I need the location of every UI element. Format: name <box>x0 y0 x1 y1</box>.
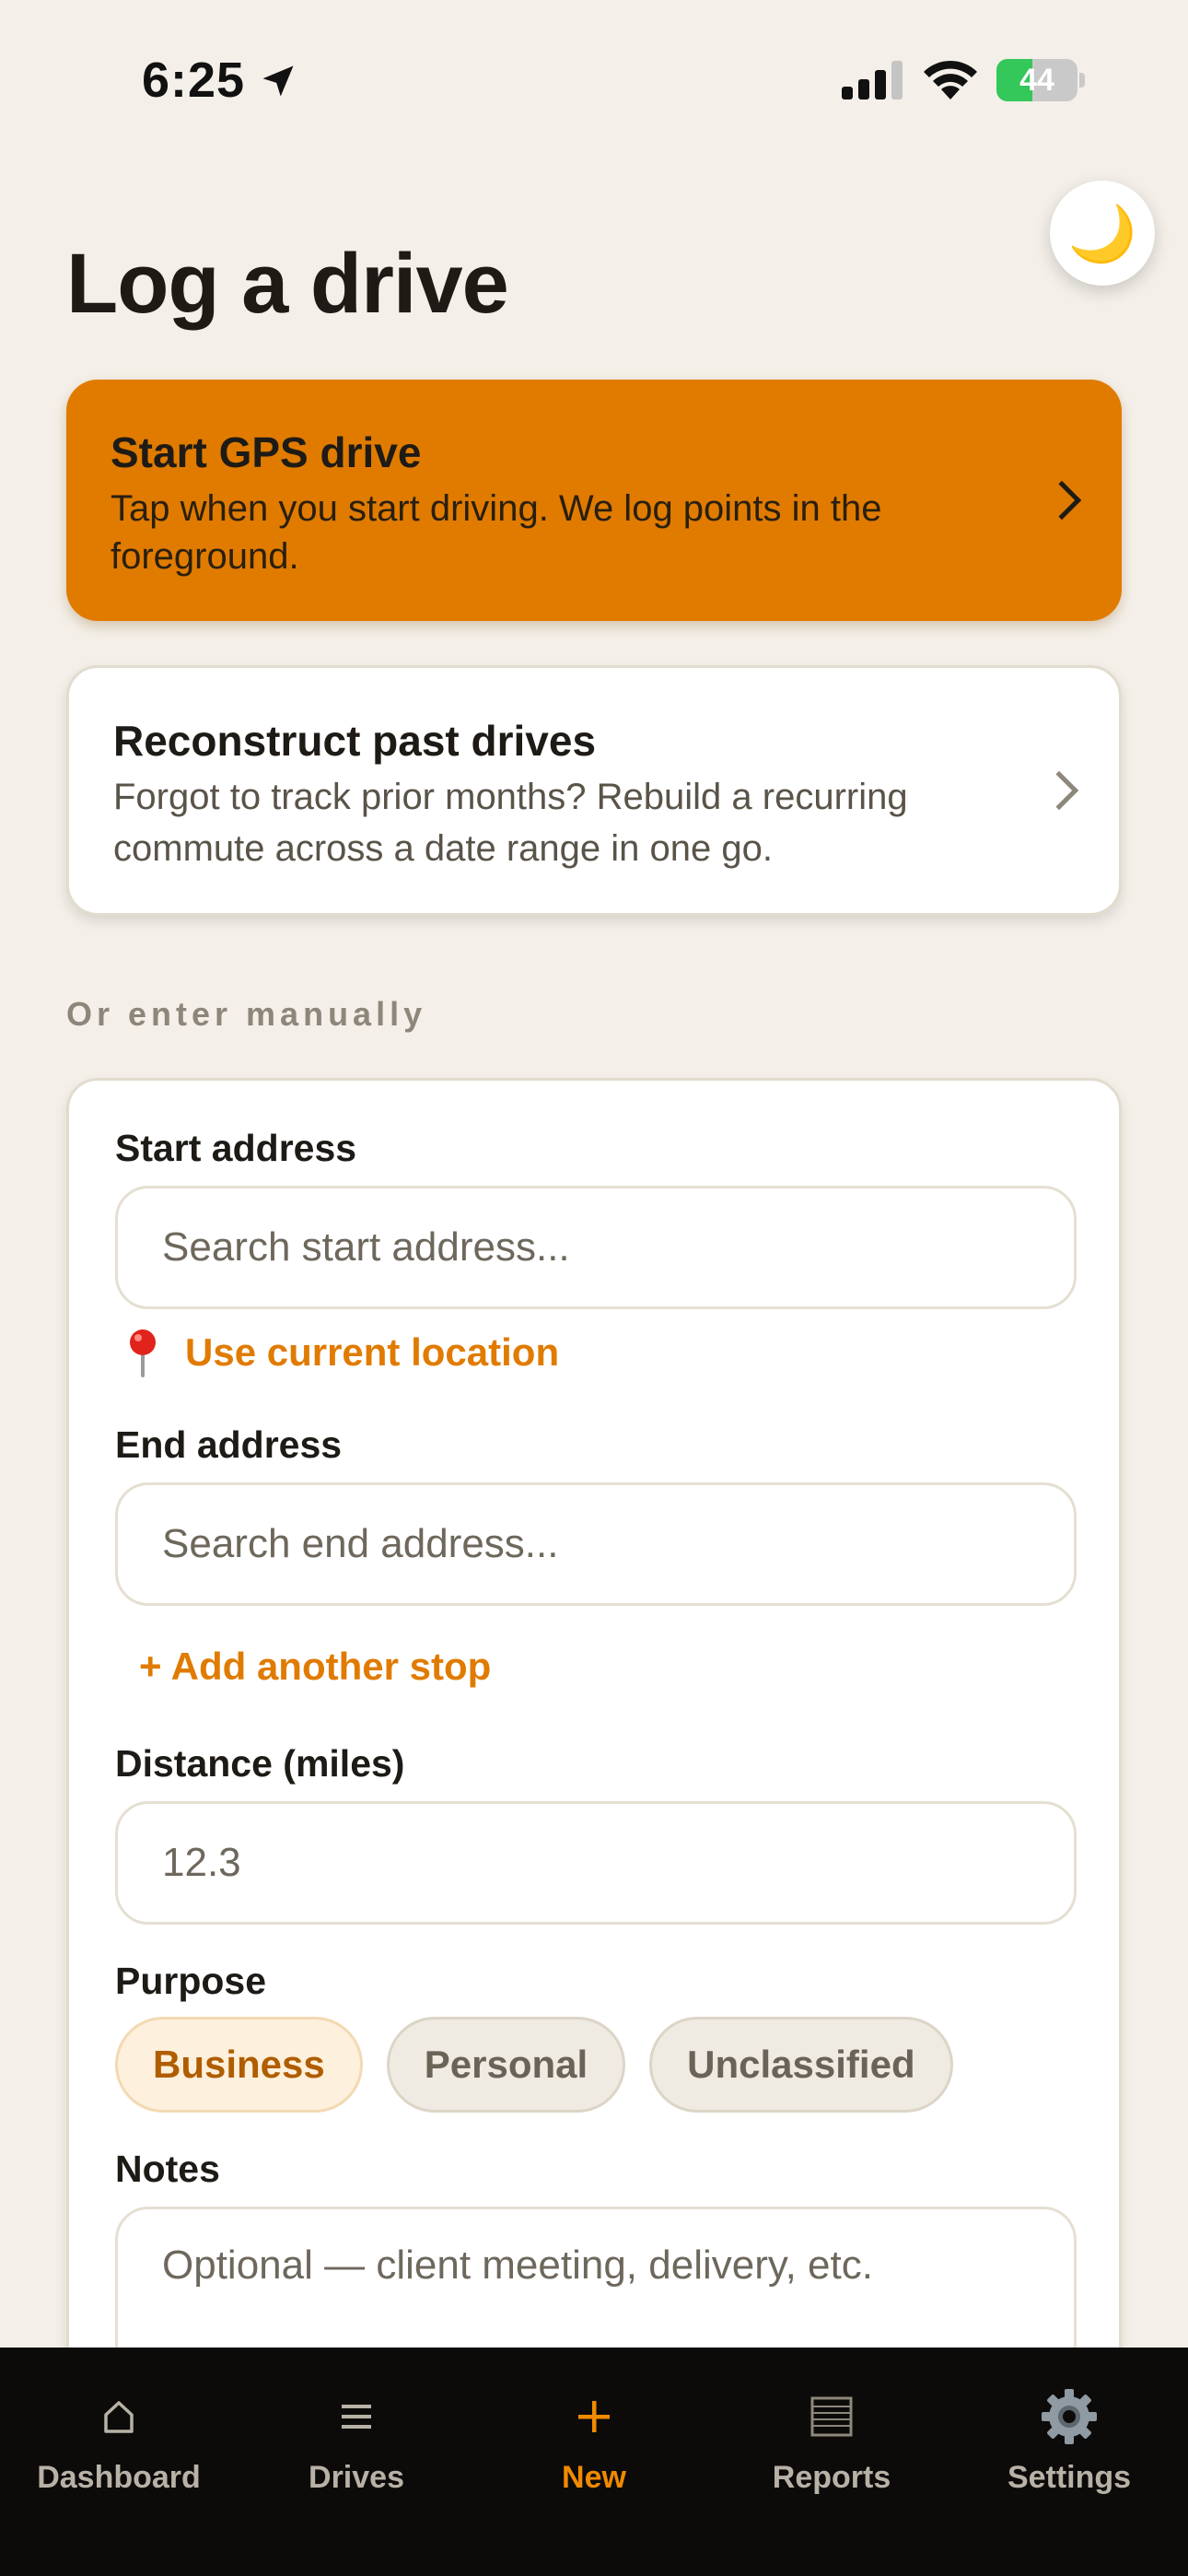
pin-icon <box>130 1329 156 1377</box>
bottom-tab-bar: Dashboard Drives New Reports Settings <box>0 2348 1188 2576</box>
tab-reports[interactable]: Reports <box>713 2384 950 2496</box>
tab-settings[interactable]: Settings <box>950 2384 1188 2496</box>
reconstruct-card-description: Forgot to track prior months? Rebuild a … <box>113 777 908 869</box>
start-gps-drive-card[interactable]: Start GPS drive Tap when you start drivi… <box>66 380 1122 621</box>
use-current-location-label: Use current location <box>185 1330 560 1374</box>
home-icon <box>104 2401 134 2433</box>
gps-card-title: Start GPS drive <box>111 428 422 476</box>
notes-label: Notes <box>115 2148 220 2190</box>
use-current-location-button[interactable]: Use current location <box>124 1328 559 1377</box>
wifi-icon <box>924 60 977 100</box>
purpose-chip-business[interactable]: Business <box>115 2017 363 2113</box>
add-another-stop-button[interactable]: + Add another stop <box>139 1645 491 1689</box>
plus-icon <box>578 2401 610 2432</box>
moon-icon: 🌙 <box>1067 202 1137 264</box>
tab-dashboard[interactable]: Dashboard <box>0 2384 238 2496</box>
chevron-right-icon <box>1042 480 1082 521</box>
purpose-chip-personal[interactable]: Personal <box>386 2017 626 2113</box>
reconstruct-drives-card[interactable]: Reconstruct past drives Forgot to track … <box>66 665 1122 916</box>
battery-indicator: 44 <box>996 59 1085 101</box>
theme-toggle-button[interactable]: 🌙 <box>1050 181 1155 286</box>
location-arrow-icon <box>262 65 294 97</box>
end-address-label: End address <box>115 1423 343 1466</box>
report-icon <box>810 2396 853 2437</box>
distance-label: Distance (miles) <box>115 1742 405 1785</box>
tab-new[interactable]: New <box>475 2384 713 2496</box>
distance-input[interactable] <box>115 1801 1077 1925</box>
status-bar: 6:25 44 <box>0 0 1188 157</box>
cellular-signal-icon <box>842 61 903 100</box>
status-time: 6:25 <box>142 53 246 108</box>
tab-drives[interactable]: Drives <box>238 2384 475 2496</box>
chevron-right-icon <box>1039 770 1079 811</box>
gear-icon <box>1042 2389 1097 2444</box>
purpose-chip-unclassified[interactable]: Unclassified <box>649 2017 953 2113</box>
start-address-label: Start address <box>115 1127 357 1169</box>
manual-entry-section-label: Or enter manually <box>66 995 427 1033</box>
list-icon <box>342 2405 371 2429</box>
gps-card-description: Tap when you start driving. We log point… <box>111 488 882 577</box>
page-title: Log a drive <box>66 237 509 331</box>
purpose-label: Purpose <box>115 1960 267 2002</box>
reconstruct-card-title: Reconstruct past drives <box>113 717 597 765</box>
purpose-chip-group: Business Personal Unclassified <box>115 2017 953 2113</box>
end-address-input[interactable] <box>115 1482 1077 1606</box>
start-address-input[interactable] <box>115 1186 1077 1309</box>
